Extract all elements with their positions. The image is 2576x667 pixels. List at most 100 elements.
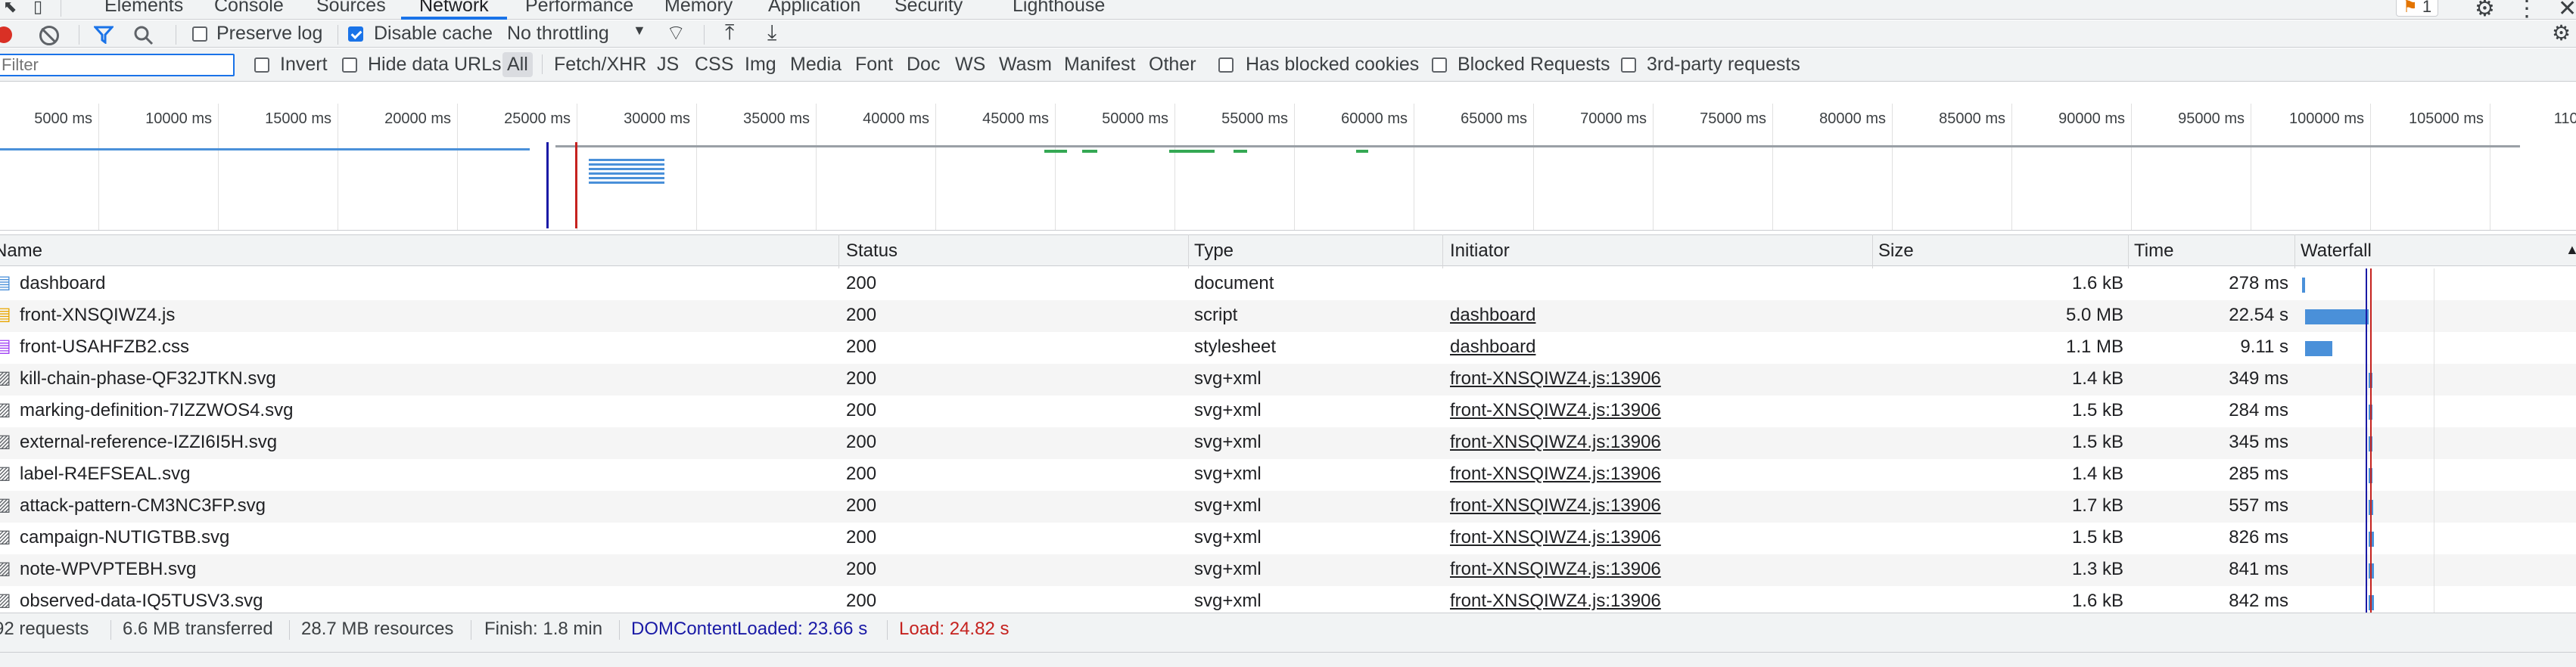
filter-type-font[interactable]: Font	[855, 54, 893, 76]
filter-type-css[interactable]: CSS	[695, 54, 733, 76]
filter-input[interactable]	[0, 54, 235, 76]
column-header-waterfall[interactable]: Waterfall	[2301, 240, 2372, 262]
request-name[interactable]: attack-pattern-CM3NC3FP.svg	[20, 495, 266, 517]
filter-type-wasm[interactable]: Wasm	[999, 54, 1052, 76]
network-settings-gear-icon[interactable]: ⚙	[2552, 20, 2571, 45]
overview-tick-label: 100000 ms	[2289, 110, 2364, 127]
import-har-icon[interactable]: ⤒	[725, 20, 734, 45]
request-initiator-link[interactable]: front-XNSQIWZ4.js:13906	[1450, 559, 1661, 580]
tab-performance[interactable]: Performance	[525, 0, 633, 20]
request-initiator-link[interactable]: dashboard	[1450, 337, 1535, 358]
clear-icon[interactable]	[39, 26, 59, 45]
preserve-log-checkbox[interactable]	[192, 26, 207, 42]
close-icon[interactable]: ✕	[2558, 0, 2576, 22]
request-initiator-link[interactable]: dashboard	[1450, 305, 1535, 326]
column-header-initiator[interactable]: Initiator	[1450, 240, 1510, 262]
resources-size: 28.7 MB resources	[301, 619, 454, 639]
settings-gear-icon[interactable]: ⚙	[2475, 0, 2495, 22]
issues-badge[interactable]: ⚑ 1	[2396, 0, 2439, 17]
column-header-name[interactable]: Name	[0, 240, 42, 262]
has-blocked-cookies-checkbox[interactable]	[1218, 57, 1234, 73]
overview-tick-label: 50000 ms	[1102, 110, 1168, 127]
request-status: 200	[846, 495, 877, 516]
overview-gridline	[696, 104, 697, 230]
request-name[interactable]: external-reference-IZZI6I5H.svg	[20, 432, 277, 453]
chevron-down-icon[interactable]: ▼	[633, 23, 646, 39]
request-name[interactable]: dashboard	[20, 273, 105, 294]
request-name[interactable]: front-USAHFZB2.css	[20, 337, 189, 358]
filter-type-doc[interactable]: Doc	[907, 54, 940, 76]
waterfall-load-line	[2370, 268, 2372, 613]
overview-gridline	[2370, 104, 2371, 230]
request-status: 200	[846, 464, 877, 484]
waterfall-bar	[2302, 278, 2305, 293]
filter-type-img[interactable]: Img	[745, 54, 776, 76]
overview-tick-label: 40000 ms	[863, 110, 929, 127]
request-initiator-link[interactable]: front-XNSQIWZ4.js:13906	[1450, 368, 1661, 389]
column-header-size[interactable]: Size	[1878, 240, 1914, 262]
column-header-status[interactable]: Status	[846, 240, 898, 262]
requests-count: 92 requests	[0, 619, 89, 639]
tab-console[interactable]: Console	[214, 0, 284, 20]
tab-security[interactable]: Security	[894, 0, 963, 20]
tab-sources[interactable]: Sources	[316, 0, 386, 20]
request-name[interactable]: kill-chain-phase-QF32JTKN.svg	[20, 368, 276, 389]
export-har-icon[interactable]: ⤓	[767, 20, 776, 45]
request-initiator-link[interactable]: front-XNSQIWZ4.js:13906	[1450, 495, 1661, 517]
tab-memory[interactable]: Memory	[664, 0, 733, 20]
request-name[interactable]: campaign-NUTIGTBB.svg	[20, 527, 229, 548]
throttling-select[interactable]: No throttling	[507, 23, 609, 45]
request-name[interactable]: note-WPVPTEBH.svg	[20, 559, 196, 580]
blocked-requests-checkbox[interactable]	[1432, 57, 1447, 73]
filter-type-manifest[interactable]: Manifest	[1064, 54, 1135, 76]
request-type: svg+xml	[1194, 432, 1262, 452]
filter-icon[interactable]	[94, 26, 114, 44]
filter-type-media[interactable]: Media	[790, 54, 842, 76]
request-type: svg+xml	[1194, 591, 1262, 611]
overview-tick-label: 55000 ms	[1221, 110, 1288, 127]
request-size: 1.5 kB	[2071, 527, 2123, 548]
network-conditions-icon[interactable]: ⌔	[666, 20, 686, 47]
request-name[interactable]: observed-data-IQ5TUSV3.svg	[20, 591, 263, 612]
filter-type-fetch-xhr[interactable]: Fetch/XHR	[554, 54, 646, 76]
request-size: 1.7 kB	[2071, 495, 2123, 516]
request-name[interactable]: front-XNSQIWZ4.js	[20, 305, 175, 326]
tab-application[interactable]: Application	[768, 0, 860, 20]
more-options-icon[interactable]: ⋮	[2515, 0, 2538, 22]
filter-type-other[interactable]: Other	[1149, 54, 1196, 76]
request-time: 826 ms	[2229, 527, 2288, 548]
request-size: 1.4 kB	[2071, 368, 2123, 389]
request-name[interactable]: marking-definition-7IZZWOS4.svg	[20, 400, 293, 421]
device-toolbar-icon[interactable]: ▯	[33, 0, 42, 17]
request-initiator-link[interactable]: front-XNSQIWZ4.js:13906	[1450, 527, 1661, 548]
tab-lighthouse[interactable]: Lighthouse	[1013, 0, 1105, 20]
disable-cache-checkbox[interactable]	[348, 26, 363, 42]
overview-tick-label: 35000 ms	[743, 110, 810, 127]
request-initiator-link[interactable]: front-XNSQIWZ4.js:13906	[1450, 591, 1661, 612]
filter-type-ws[interactable]: WS	[955, 54, 985, 76]
column-header-type[interactable]: Type	[1194, 240, 1234, 262]
invert-checkbox[interactable]	[254, 57, 269, 73]
overview-gridline	[1533, 104, 1534, 230]
filter-type-js[interactable]: JS	[657, 54, 679, 76]
request-status: 200	[846, 527, 877, 548]
third-party-requests-checkbox[interactable]	[1621, 57, 1636, 73]
request-initiator-link[interactable]: front-XNSQIWZ4.js:13906	[1450, 464, 1661, 485]
hide-data-urls-checkbox[interactable]	[342, 57, 357, 73]
request-time: 278 ms	[2229, 273, 2288, 293]
tab-elements[interactable]: Elements	[104, 0, 183, 20]
image-icon: ▨	[0, 495, 11, 515]
search-icon[interactable]	[133, 25, 154, 46]
warning-flag-icon: ⚑	[2403, 0, 2418, 16]
request-initiator-link[interactable]: front-XNSQIWZ4.js:13906	[1450, 400, 1661, 421]
request-name[interactable]: label-R4EFSEAL.svg	[20, 464, 190, 485]
request-type: svg+xml	[1194, 368, 1262, 389]
requests-table-header	[0, 234, 2576, 266]
inspect-element-icon[interactable]: ⬉	[3, 0, 17, 17]
column-header-time[interactable]: Time	[2134, 240, 2173, 262]
divider	[542, 54, 543, 74]
record-icon[interactable]	[0, 26, 12, 43]
request-initiator-link[interactable]: front-XNSQIWZ4.js:13906	[1450, 432, 1661, 453]
filter-type-all[interactable]: All	[502, 52, 533, 77]
sort-ascending-icon[interactable]: ▲	[2565, 242, 2576, 258]
